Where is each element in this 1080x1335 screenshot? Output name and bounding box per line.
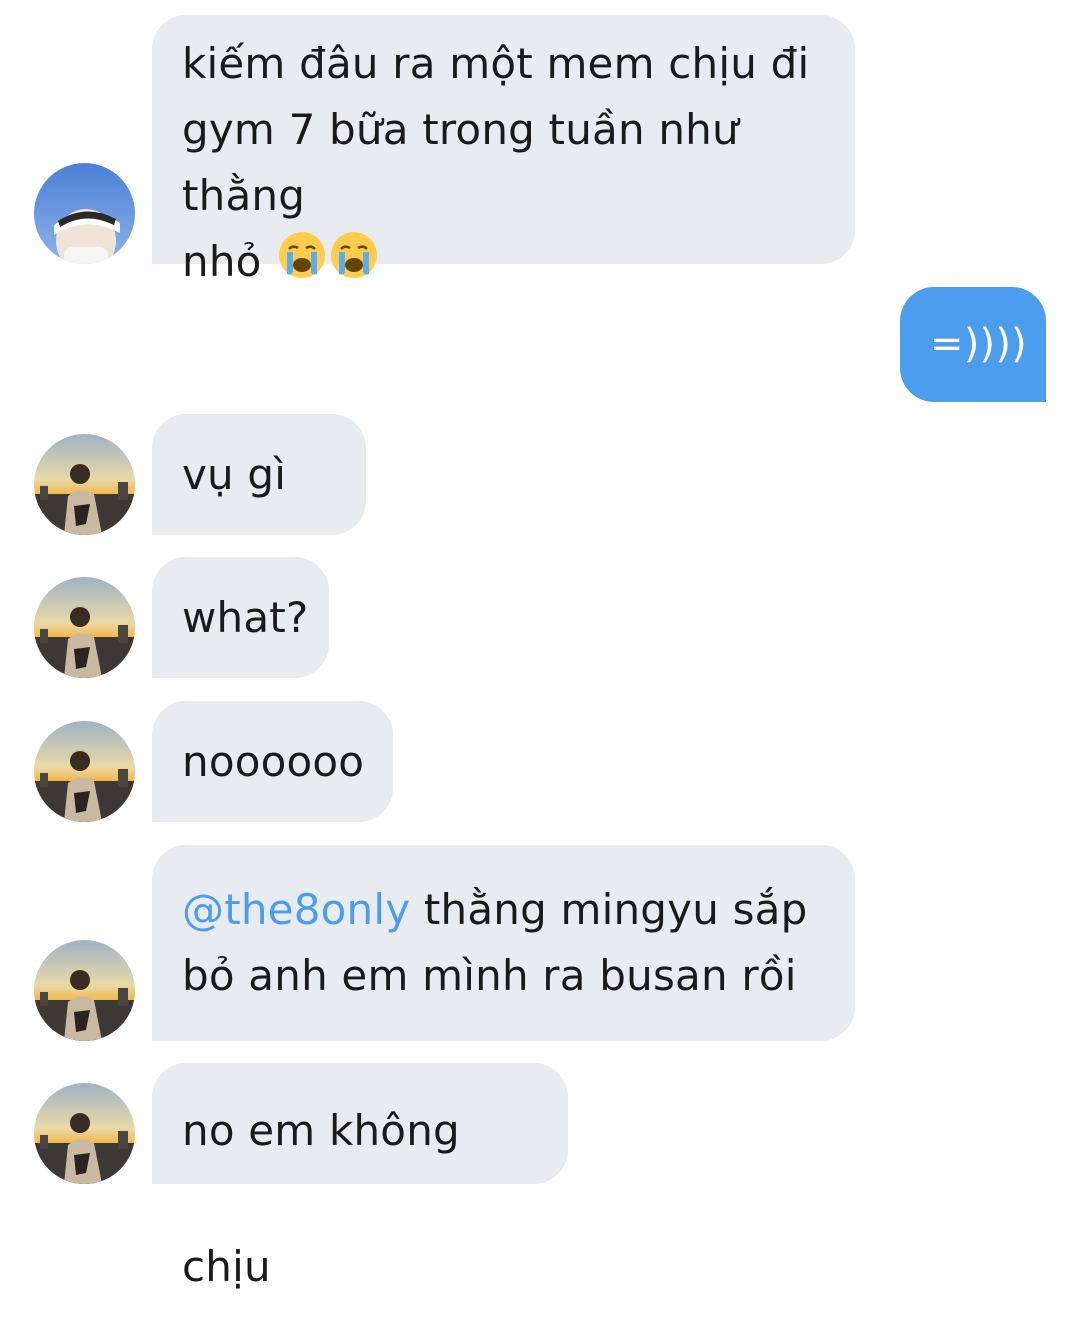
avatar[interactable]: [34, 721, 135, 822]
avatar[interactable]: [34, 1083, 135, 1184]
message-line: @the8only thằng mingyu sắp: [182, 877, 825, 943]
avatar[interactable]: [34, 940, 135, 1041]
message-line: gym 7 bữa trong tuần như thằng: [182, 105, 739, 220]
message-text: =)))): [930, 321, 1027, 367]
city-sunset-avatar-icon: [34, 434, 135, 535]
loudly-crying-face-emoji-icon: [277, 230, 327, 299]
message-bubble-outgoing[interactable]: =)))): [900, 287, 1046, 402]
sky-portrait-avatar-icon: [34, 163, 135, 264]
message-bubble[interactable]: what?: [152, 557, 329, 678]
avatar[interactable]: [34, 577, 135, 678]
message-bubble[interactable]: no em không chịu: [152, 1063, 568, 1291]
loudly-crying-face-emoji-icon: [329, 230, 379, 299]
message-line: bỏ anh em mình ra busan rồi: [182, 951, 797, 1000]
message-text: noooooo: [182, 737, 365, 786]
city-sunset-avatar-icon: [34, 940, 135, 1041]
city-sunset-avatar-icon: [34, 577, 135, 678]
city-sunset-avatar-icon: [34, 1083, 135, 1184]
user-mention-link[interactable]: @the8only: [182, 885, 410, 934]
message-bubble[interactable]: vụ gì da: [152, 414, 366, 620]
message-text: thằng mingyu sắp: [410, 885, 808, 934]
message-line: kiếm đâu ra một mem chịu đi: [182, 39, 810, 88]
message-line: nhỏ: [182, 229, 825, 299]
message-line-text: nhỏ: [182, 237, 262, 286]
message-bubble[interactable]: noooooo: [152, 701, 393, 822]
city-sunset-avatar-icon: [34, 721, 135, 822]
message-text: no em không chịu: [182, 1106, 460, 1291]
message-bubble[interactable]: kiếm đâu ra một mem chịu đi gym 7 bữa tr…: [152, 15, 855, 286]
avatar[interactable]: [34, 434, 135, 535]
avatar[interactable]: [34, 163, 135, 264]
message-bubble[interactable]: @the8only thằng mingyu sắp bỏ anh em mìn…: [152, 845, 855, 1041]
message-text: what?: [182, 593, 309, 642]
